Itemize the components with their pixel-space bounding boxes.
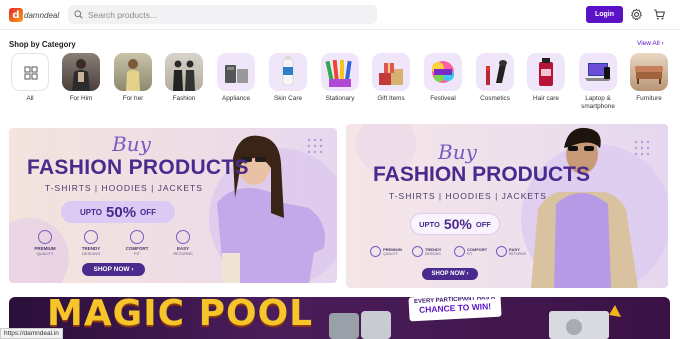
cosmetics-image: [476, 53, 514, 91]
search-icon: [74, 10, 83, 19]
category-label: Festiveal: [430, 95, 456, 102]
feature-premium: PREMIUM QUALITY: [370, 246, 402, 257]
for-him-image: [62, 53, 100, 91]
category-stationary[interactable]: Stationary: [314, 53, 366, 113]
fashion-banner-2[interactable]: Buy FASHION PRODUCTS T-SHIRTS | HOODIES …: [346, 124, 668, 288]
laptop-smartphone-image: [579, 53, 617, 91]
logo-mark-icon: d: [9, 8, 23, 22]
banner-subtitle: T-SHIRTS | HOODIES | JACKETS: [389, 191, 547, 201]
feature-sub: RETURNS: [173, 251, 193, 256]
feature-trendy: TRENDY DESIGNS: [412, 246, 441, 257]
search-input[interactable]: [88, 9, 368, 20]
feature-sub: FIT: [467, 252, 473, 256]
category-festiveal[interactable]: Festiveal: [417, 53, 469, 113]
section-title: Shop by Category: [9, 40, 76, 49]
appliance-image: [217, 53, 255, 91]
category-cosmetics[interactable]: Cosmetics: [469, 53, 521, 113]
banner-script: Buy: [112, 132, 151, 156]
category-all[interactable]: All: [4, 53, 56, 113]
cart-icon[interactable]: [653, 8, 666, 21]
feature-comfort: COMFORT FIT: [115, 230, 159, 256]
offer-suffix: OFF: [475, 219, 491, 229]
feature-sub: FIT: [134, 251, 140, 256]
feature-easy: EASY RETURNS: [496, 246, 526, 257]
banner-script: Buy: [438, 140, 477, 164]
gear-icon[interactable]: [630, 8, 643, 21]
skin-care-image: [269, 53, 307, 91]
shield-icon: [496, 246, 507, 257]
festiveal-image: [424, 53, 462, 91]
banner-title: FASHION PRODUCTS: [373, 163, 591, 186]
category-label: Appliance: [221, 95, 251, 102]
stationary-image: [321, 53, 359, 91]
hair-care-image: [527, 53, 565, 91]
shop-now-button[interactable]: SHOP NOW ›: [82, 263, 145, 276]
feature-sub: QUALITY: [36, 251, 54, 256]
offer-prefix: UPTO: [79, 207, 103, 217]
offer-pill: UPTO 50% OFF: [61, 201, 175, 223]
feature-premium: PREMIUM QUALITY: [23, 230, 67, 256]
heart-icon: [130, 230, 144, 244]
shirt-icon: [38, 230, 52, 244]
banner-title: FASHION PRODUCTS: [27, 156, 249, 179]
box-icon: [176, 230, 190, 244]
category-appliance[interactable]: Appliance: [210, 53, 262, 113]
shirt-icon: [370, 246, 381, 257]
login-button[interactable]: Login: [586, 6, 623, 23]
category-label: Hair care: [533, 95, 559, 102]
offer-prefix: UPTO: [419, 219, 440, 229]
category-fashion[interactable]: Fashion: [158, 53, 210, 113]
grid-icon: [11, 53, 49, 91]
category-label: Gift Items: [377, 95, 405, 102]
gift-items-image: [372, 53, 410, 91]
view-all-link[interactable]: View All ›: [637, 40, 664, 47]
category-for-him[interactable]: For Him: [55, 53, 107, 113]
shop-now-button[interactable]: SHOP NOW ›: [422, 268, 478, 280]
feature-sub: QUALITY: [383, 252, 398, 256]
tag-icon: [84, 230, 98, 244]
search-bar[interactable]: [68, 5, 377, 24]
category-hair-care[interactable]: Hair care: [520, 53, 572, 113]
offer-value: 50%: [443, 216, 472, 232]
heart-icon: [454, 246, 465, 257]
category-label: Furniture: [636, 95, 662, 102]
category-label: Skin Care: [273, 95, 303, 102]
offer-suffix: OFF: [140, 207, 157, 217]
feature-sub: DESIGNS: [81, 251, 100, 256]
tag-icon: [412, 246, 423, 257]
category-laptop-smartphone[interactable]: Laptop & smartphone: [572, 53, 624, 113]
category-label: For Him: [69, 95, 93, 102]
feature-sub: DESIGNS: [425, 252, 441, 256]
site-logo[interactable]: d damndeal: [9, 6, 59, 24]
top-header: d damndeal Login: [0, 0, 680, 30]
offer-value: 50%: [106, 203, 137, 221]
feature-row: PREMIUM QUALITY TRENDY DESIGNS COMFORT F…: [23, 230, 203, 260]
category-skin-care[interactable]: Skin Care: [262, 53, 314, 113]
furniture-image: [630, 53, 668, 91]
fashion-image: [165, 53, 203, 91]
category-furniture[interactable]: Furniture: [623, 53, 675, 113]
promo-title: MAGIC POOL: [47, 297, 314, 334]
feature-sub: RETURNS: [509, 252, 526, 256]
status-url: https://damndeal.in: [0, 328, 63, 339]
for-her-image: [114, 53, 152, 91]
banner-decor: [356, 124, 668, 288]
magic-pool-banner[interactable]: MAGIC POOL EVERY PARTICIPANT HAS A CHANC…: [9, 297, 670, 339]
banner-subtitle: T-SHIRTS | HOODIES | JACKETS: [45, 183, 203, 193]
fashion-banner-1[interactable]: Buy FASHION PRODUCTS T-SHIRTS | HOODIES …: [9, 128, 337, 283]
logo-text: damndeal: [24, 10, 60, 20]
offer-pill: UPTO 50% OFF: [410, 213, 500, 235]
category-label: Fashion: [172, 95, 196, 102]
category-for-her[interactable]: For her: [107, 53, 159, 113]
feature-easy: EASY RETURNS: [161, 230, 205, 256]
category-list: All For Him For her Fashion Appliance Sk…: [0, 53, 680, 113]
feature-row: PREMIUM QUALITY TRENDY DESIGNS COMFORT FIT …: [370, 246, 540, 260]
feature-comfort: COMFORT FIT: [454, 246, 487, 257]
feature-trendy: TRENDY DESIGNS: [69, 230, 113, 256]
category-gift-items[interactable]: Gift Items: [365, 53, 417, 113]
